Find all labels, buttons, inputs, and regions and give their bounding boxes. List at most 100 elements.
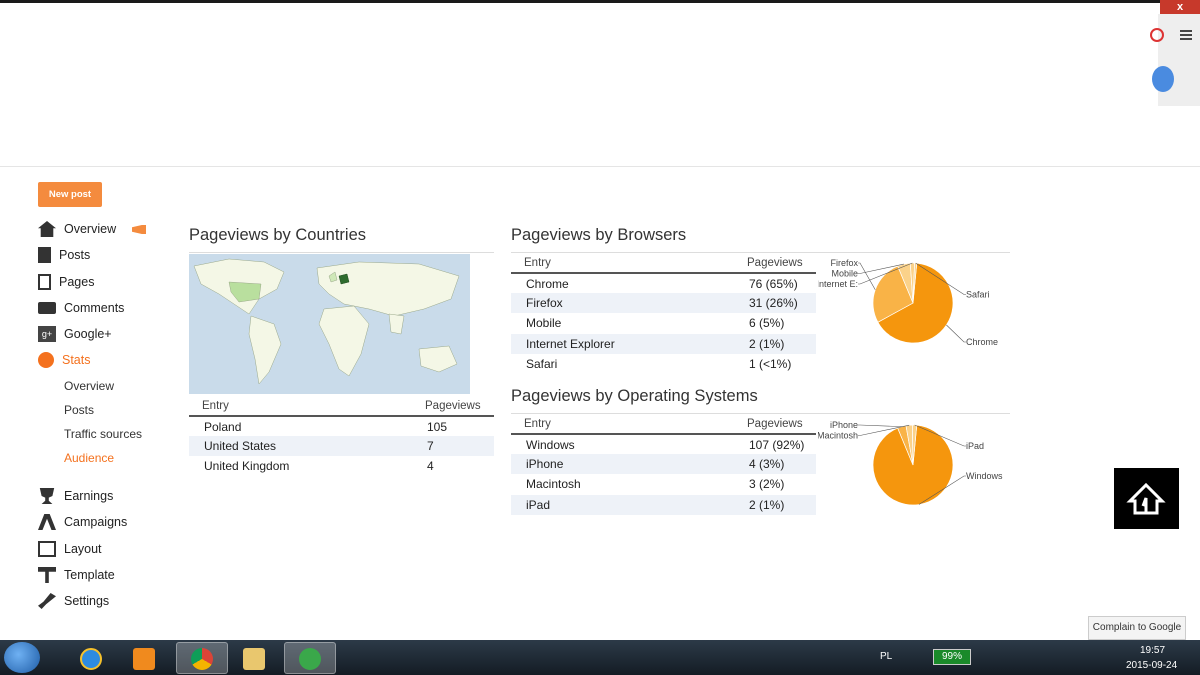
- os-table: Entry Pageviews Windows 107 (92%) iPhone 4…: [511, 415, 816, 515]
- cell-entry: Chrome: [526, 276, 569, 291]
- pie-label: Safari: [966, 290, 990, 300]
- browsers-title-rule: [511, 252, 1010, 253]
- os-title-rule: [511, 413, 1010, 414]
- pie-label: Windows: [966, 471, 1003, 481]
- countries-table: Entry Pageviews Poland 105 United States 7…: [189, 397, 494, 477]
- cell-entry: Windows: [526, 437, 575, 452]
- media-app-icon: [299, 648, 321, 670]
- pie-leader-line: [858, 262, 876, 290]
- cell-entry: Internet Explorer: [511, 333, 734, 354]
- cell-entry: Macintosh: [526, 477, 581, 492]
- col-pageviews[interactable]: Pageviews: [412, 397, 494, 417]
- table-row: Macintosh 3 (2%): [511, 474, 816, 494]
- browsers-title: Pageviews by Browsers: [511, 226, 687, 244]
- cell-views: 2 (1%): [734, 494, 816, 515]
- cell-entry: Poland: [204, 419, 242, 434]
- browser-top-strip: [0, 0, 1200, 3]
- window-close-button[interactable]: x: [1160, 0, 1200, 14]
- language-indicator[interactable]: PL: [880, 651, 892, 662]
- sidebar-item-settings[interactable]: Settings: [38, 591, 109, 611]
- pie-label: iPhone: [830, 420, 858, 430]
- scroll-to-top-button[interactable]: [1114, 468, 1179, 529]
- browsers-pie-chart[interactable]: Chrome FirefoxMobileInternet E: Safari: [818, 256, 1010, 354]
- sidebar-item-earnings[interactable]: Earnings: [38, 486, 113, 506]
- pie-label: iPad: [966, 441, 984, 451]
- sidebar-item-template[interactable]: Template: [38, 565, 115, 585]
- pinterest-icon[interactable]: [1150, 28, 1164, 42]
- announcement-icon[interactable]: [132, 225, 146, 234]
- table-row: Poland 105: [189, 416, 494, 436]
- new-post-button[interactable]: New post: [38, 182, 102, 207]
- sidebar-item-label: Campaigns: [64, 515, 128, 529]
- cell-entry: United States: [189, 436, 412, 457]
- cell-entry: iPad: [511, 494, 734, 515]
- media-player-icon[interactable]: [133, 648, 155, 670]
- clock-time[interactable]: 19:57: [1140, 645, 1165, 656]
- menu-icon[interactable]: [1180, 30, 1192, 40]
- sidebar-item-google-plus[interactable]: g+ Google+: [38, 324, 112, 344]
- pie-label: Mobile: [831, 269, 858, 279]
- table-row: iPad 2 (1%): [511, 494, 816, 515]
- stats-sub-posts[interactable]: Posts: [64, 403, 94, 417]
- browsers-table: Entry Pageviews Chrome 76 (65%) Firefox 31…: [511, 254, 816, 374]
- sidebar-item-label: Comments: [64, 301, 125, 315]
- countries-title: Pageviews by Countries: [189, 226, 367, 244]
- sidebar-item-comments[interactable]: Comments: [38, 298, 124, 318]
- sidebar-item-label: Posts: [59, 248, 91, 262]
- cell-views: 1 (<1%): [749, 356, 792, 371]
- sidebar-item-stats[interactable]: Stats: [38, 350, 91, 370]
- template-icon: [38, 567, 56, 583]
- col-entry[interactable]: Entry: [511, 254, 734, 274]
- col-entry[interactable]: Entry: [189, 397, 412, 417]
- campaigns-icon: [38, 514, 56, 530]
- stats-sub-overview[interactable]: Overview: [64, 379, 114, 393]
- sidebar-item-label: Settings: [64, 594, 110, 608]
- sidebar-item-label: Pages: [59, 275, 95, 289]
- start-button[interactable]: [4, 642, 40, 673]
- sidebar-item-pages[interactable]: Pages: [38, 272, 94, 292]
- header-divider: [0, 166, 1200, 167]
- table-row: Safari 1 (<1%): [511, 354, 816, 374]
- sidebar-item-campaigns[interactable]: Campaigns: [38, 512, 127, 532]
- cell-entry: Safari: [526, 356, 558, 371]
- col-pageviews[interactable]: Pageviews: [734, 254, 816, 274]
- table-row: iPhone 4 (3%): [511, 454, 816, 475]
- sidebar-item-label: Overview: [64, 222, 117, 236]
- sidebar-item-label: Layout: [64, 542, 102, 556]
- sidebar-item-label: Stats: [62, 353, 91, 367]
- sidebar-item-layout[interactable]: Layout: [38, 539, 102, 559]
- sidebar-item-label: Google+: [64, 327, 112, 341]
- pie-label: Chrome: [966, 337, 998, 347]
- complain-to-google-link[interactable]: Complain to Google: [1088, 616, 1186, 640]
- sidebar-item-posts[interactable]: Posts: [38, 245, 90, 265]
- pie-leader-line: [946, 324, 966, 343]
- world-map[interactable]: [189, 254, 470, 394]
- sidebar-item-label: Earnings: [64, 489, 114, 503]
- comments-icon: [38, 302, 56, 314]
- pie-leader-line: [858, 424, 902, 427]
- col-entry[interactable]: Entry: [511, 415, 734, 435]
- avatar[interactable]: [1152, 66, 1174, 92]
- cell-views: 6 (5%): [749, 316, 785, 331]
- sidebar-item-overview[interactable]: Overview: [38, 219, 116, 239]
- table-row: United Kingdom 4: [189, 456, 494, 476]
- os-pie-chart[interactable]: Windows iPhoneMacintosh iPad: [818, 418, 1010, 516]
- internet-explorer-icon[interactable]: [80, 648, 102, 670]
- cell-entry: iPhone: [511, 454, 734, 475]
- pages-icon: [38, 274, 51, 290]
- pie-label: Firefox: [830, 258, 858, 268]
- clock-date[interactable]: 2015-09-24: [1126, 660, 1177, 671]
- google-plus-icon: g+: [38, 326, 56, 342]
- battery-indicator[interactable]: 99%: [933, 649, 971, 665]
- file-explorer-icon[interactable]: [243, 648, 265, 670]
- stats-sub-traffic-sources[interactable]: Traffic sources: [64, 427, 142, 441]
- screen: x New post Overview Posts Pages Comments…: [0, 0, 1200, 675]
- cell-views: 4 (3%): [734, 454, 816, 475]
- cell-views: 7: [412, 436, 494, 457]
- stats-sub-audience[interactable]: Audience: [64, 451, 114, 465]
- col-pageviews[interactable]: Pageviews: [734, 415, 816, 435]
- table-row: Firefox 31 (26%): [511, 293, 816, 314]
- layout-icon: [38, 541, 56, 557]
- cell-entry: United Kingdom: [204, 459, 290, 474]
- cell-views: 76 (65%): [749, 276, 798, 291]
